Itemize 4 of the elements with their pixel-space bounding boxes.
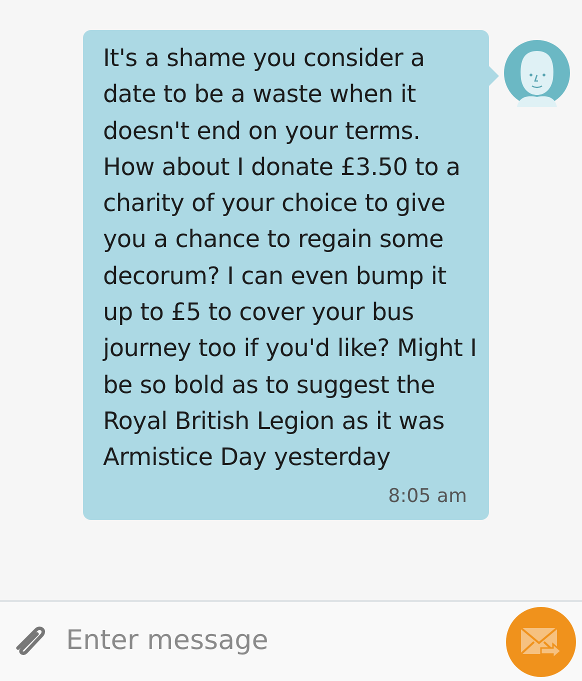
message-text: It's a shame you consider a date to be a waste when it doesn't end on your terms. How about I donate £3.50 to a charity of your choice to give you a chance to regain some decorum? I can even bump it up to £5 to cover your bus journey too if you'd like? Might I be so bold as to suggest the Royal British Legion as it was Armistice Day yesterday [103, 43, 477, 474]
avatar-icon [503, 39, 571, 107]
message-time: 8:05 am [388, 484, 467, 509]
message-input[interactable]: Enter message [66, 621, 506, 662]
